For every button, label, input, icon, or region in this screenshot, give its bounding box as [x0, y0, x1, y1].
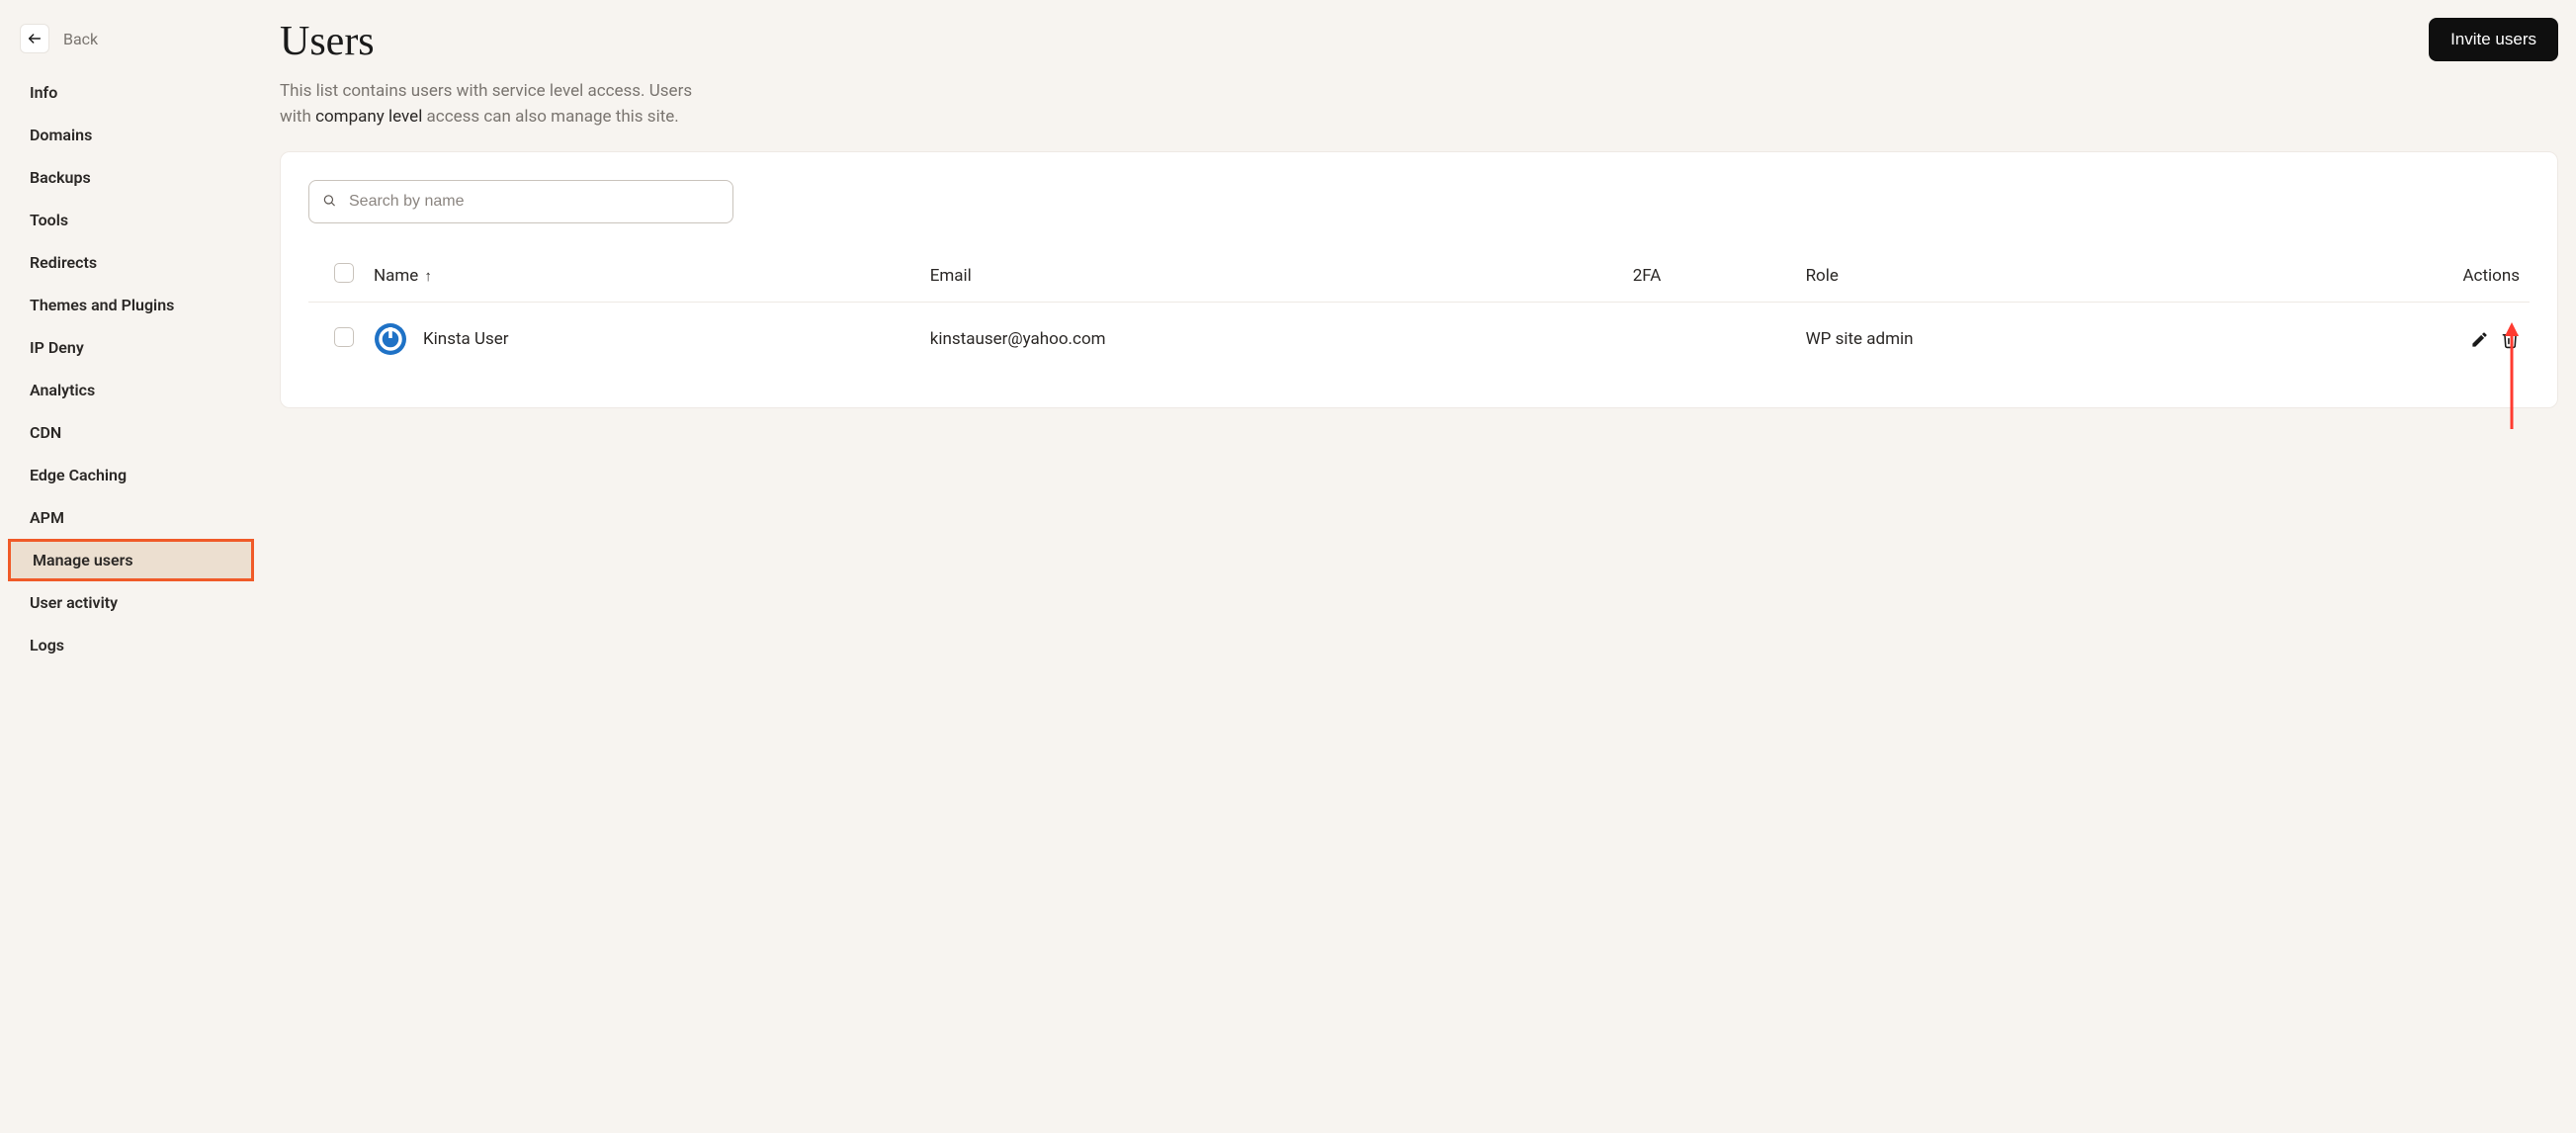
- header-email[interactable]: Email: [920, 249, 1623, 303]
- sidebar-nav: InfoDomainsBackupsToolsRedirectsThemes a…: [0, 71, 262, 666]
- sidebar: Back InfoDomainsBackupsToolsRedirectsThe…: [0, 0, 262, 1133]
- page-title: Users: [280, 18, 695, 65]
- page-header: Users This list contains users with serv…: [280, 18, 2558, 151]
- pencil-icon: [2470, 330, 2489, 349]
- user-email: kinstauser@yahoo.com: [920, 303, 1623, 377]
- delete-button[interactable]: [2501, 330, 2520, 349]
- sidebar-item-edge-caching[interactable]: Edge Caching: [0, 454, 262, 496]
- sidebar-item-tools[interactable]: Tools: [0, 199, 262, 241]
- page-subtitle: This list contains users with service le…: [280, 79, 695, 130]
- gravatar-icon: [374, 322, 407, 356]
- back-row: Back: [0, 18, 262, 71]
- search-icon: [322, 193, 336, 212]
- user-name: Kinsta User: [423, 329, 509, 349]
- back-label: Back: [63, 30, 98, 48]
- sidebar-item-cdn[interactable]: CDN: [0, 411, 262, 454]
- sort-asc-icon: ↑: [424, 267, 432, 285]
- subtitle-post: access can also manage this site.: [422, 107, 678, 127]
- search-input[interactable]: [308, 180, 733, 223]
- select-all-checkbox[interactable]: [334, 263, 354, 283]
- main-content: Users This list contains users with serv…: [262, 0, 2576, 1133]
- sidebar-item-ip-deny[interactable]: IP Deny: [0, 326, 262, 369]
- sidebar-item-user-activity[interactable]: User activity: [0, 581, 262, 624]
- avatar: [374, 322, 407, 356]
- header-checkbox-col: [308, 249, 364, 303]
- sidebar-item-analytics[interactable]: Analytics: [0, 369, 262, 411]
- name-cell: Kinsta User: [374, 322, 910, 356]
- sidebar-item-manage-users[interactable]: Manage users: [8, 539, 254, 581]
- users-table: Name ↑ Email 2FA Role Actions Kinsta User…: [308, 249, 2530, 376]
- invite-users-button[interactable]: Invite users: [2429, 18, 2558, 61]
- sidebar-item-backups[interactable]: Backups: [0, 156, 262, 199]
- header-2fa[interactable]: 2FA: [1623, 249, 1796, 303]
- sidebar-item-logs[interactable]: Logs: [0, 624, 262, 666]
- sidebar-item-redirects[interactable]: Redirects: [0, 241, 262, 284]
- user-2fa: [1623, 303, 1796, 377]
- sidebar-item-themes-and-plugins[interactable]: Themes and Plugins: [0, 284, 262, 326]
- search-wrap: [308, 180, 733, 223]
- header-role[interactable]: Role: [1796, 249, 2255, 303]
- arrow-left-icon: [27, 31, 43, 46]
- sidebar-item-domains[interactable]: Domains: [0, 114, 262, 156]
- row-checkbox[interactable]: [334, 327, 354, 347]
- sidebar-item-info[interactable]: Info: [0, 71, 262, 114]
- trash-icon: [2501, 330, 2520, 349]
- back-button[interactable]: [20, 24, 49, 53]
- table-row: Kinsta User kinstauser@yahoo.com WP site a…: [308, 303, 2530, 377]
- header-name-label: Name: [374, 266, 418, 286]
- header-actions: Actions: [2254, 249, 2530, 303]
- company-level-link[interactable]: company level: [315, 107, 422, 127]
- edit-button[interactable]: [2470, 330, 2489, 349]
- sidebar-item-apm[interactable]: APM: [0, 496, 262, 539]
- header-name[interactable]: Name ↑: [364, 249, 920, 303]
- users-card: Name ↑ Email 2FA Role Actions Kinsta User…: [280, 151, 2558, 408]
- user-role: WP site admin: [1796, 303, 2255, 377]
